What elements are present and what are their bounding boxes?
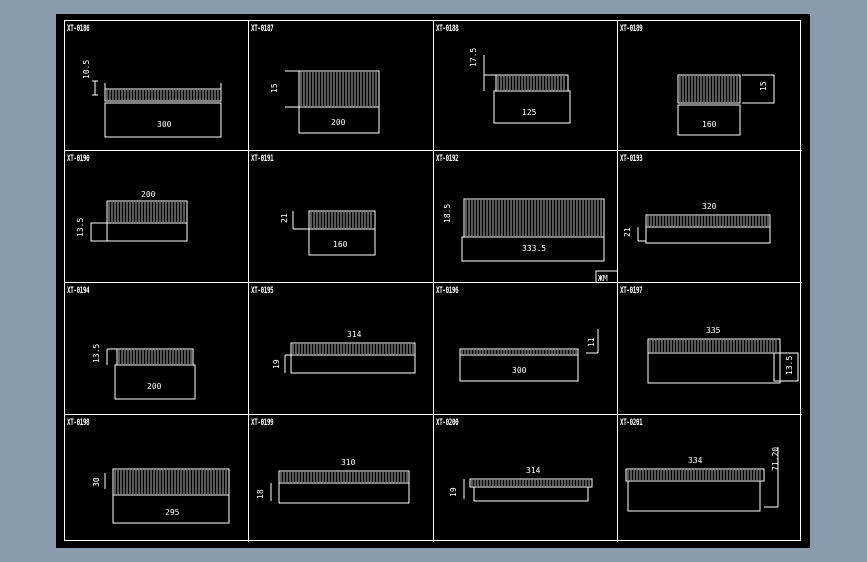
height-dimension: 21 [623, 227, 632, 237]
part-drawing: 11 300 [459, 329, 599, 382]
width-dimension: 314 [526, 466, 541, 475]
height-dimension: 13.5 [76, 218, 85, 237]
width-dimension: 320 [702, 202, 717, 211]
width-dimension: 160 [333, 240, 348, 249]
height-dimension: 13.5 [92, 344, 101, 363]
width-dimension: 314 [347, 330, 362, 339]
part-cell[interactable]: XT-0197 13.5 335 [618, 283, 802, 415]
part-cell[interactable]: XT-0198 30 295 [65, 415, 249, 542]
width-dimension: 200 [331, 118, 346, 127]
fin-hatching [627, 470, 761, 480]
height-dimension: 17.5 [469, 48, 478, 67]
height-dimension: 13.5 [785, 356, 794, 375]
part-cell[interactable]: XT-0193 21 320 [618, 151, 802, 283]
width-dimension: 310 [341, 458, 356, 467]
height-dimension: 10.5 [82, 60, 91, 79]
fin-hatching [106, 90, 219, 100]
part-drawing: 30 295 [92, 468, 230, 524]
fin-hatching [497, 76, 565, 90]
width-dimension: 125 [522, 108, 537, 117]
fin-hatching [108, 202, 185, 222]
width-dimension: 200 [141, 190, 156, 199]
fin-hatching [461, 350, 577, 354]
part-cell[interactable]: XT-0200 19 314 [434, 415, 618, 542]
height-dimension: 11 [587, 337, 596, 347]
fin-hatching [118, 350, 192, 364]
height-dimension: 30 [92, 477, 101, 487]
part-cell[interactable]: XT-0187 15 200 [249, 21, 434, 151]
drawing-frame: XT-0186 10.5 300 XT-0187 15 200 XT-0188 … [64, 20, 802, 542]
width-dimension: 300 [157, 120, 172, 129]
height-dimension: 71.20 [771, 447, 780, 471]
width-dimension: 200 [147, 382, 162, 391]
height-dimension: 18 [256, 489, 265, 499]
part-drawing: 17.5 125 [469, 48, 571, 124]
fin-hatching [300, 72, 377, 106]
part-cell[interactable]: XT-0190 13.5 200 [65, 151, 249, 283]
fin-hatching [114, 470, 227, 494]
fin-hatching [649, 340, 777, 352]
part-drawing: 15 200 [270, 70, 380, 134]
width-dimension: 295 [165, 508, 180, 517]
part-drawing: 21 320 [623, 202, 771, 244]
part-cell[interactable]: XT-0186 10.5 300 [65, 21, 249, 151]
fin-hatching [280, 472, 408, 482]
part-cell[interactable]: XT-0195 19 314 [249, 283, 434, 415]
part-drawing: 18 310 [256, 458, 410, 504]
height-dimension: 19 [449, 487, 458, 497]
part-cell[interactable]: XT-0199 18 310 [249, 415, 434, 542]
fin-hatching [679, 76, 738, 102]
height-dimension: 15 [759, 81, 768, 91]
width-dimension: 333.5 [522, 244, 546, 253]
fin-hatching [310, 212, 372, 228]
height-dimension: 18.5 [443, 204, 452, 223]
part-cell[interactable]: XT-0196 11 300 [434, 283, 618, 415]
part-drawing: 21 160 [280, 210, 376, 256]
part-drawing: 13.5 335 [647, 326, 799, 384]
fin-hatching [292, 344, 414, 354]
height-dimension: 15 [270, 83, 279, 93]
height-dimension: 19 [272, 359, 281, 369]
part-drawing: 71.20 334 [625, 447, 780, 512]
part-drawing: 15 160 [677, 74, 775, 136]
fin-hatching [471, 480, 590, 486]
part-cell[interactable]: XT-0191 21 160 [249, 151, 434, 283]
drawing-sheet: XT-0186 10.5 300 XT-0187 15 200 XT-0188 … [56, 14, 810, 548]
part-drawing: 13.5 200 [92, 344, 196, 400]
width-dimension: 335 [706, 326, 721, 335]
part-cell[interactable]: XT-0189 15 160 [618, 21, 802, 151]
part-drawing: 18.5 333.5 ЖМ [443, 198, 618, 283]
fin-hatching [465, 200, 602, 236]
width-dimension: 300 [512, 366, 527, 375]
part-cell[interactable]: XT-0194 13.5 200 [65, 283, 249, 415]
part-drawing: 10.5 300 [82, 60, 222, 138]
width-dimension: 160 [702, 120, 717, 129]
part-drawing: 13.5 200 [76, 190, 188, 242]
part-cell[interactable]: XT-0188 17.5 125 [434, 21, 618, 151]
corner-mark: ЖМ [598, 274, 608, 283]
part-cell[interactable]: XT-0201 71.20 334 [618, 415, 802, 542]
part-drawing: 19 314 [449, 466, 593, 502]
fin-hatching [647, 216, 769, 226]
width-dimension: 334 [688, 456, 703, 465]
part-drawing: 19 314 [272, 330, 416, 374]
height-dimension: 21 [280, 213, 289, 223]
part-cell[interactable]: XT-0192 18.5 333.5 ЖМ [434, 151, 618, 283]
